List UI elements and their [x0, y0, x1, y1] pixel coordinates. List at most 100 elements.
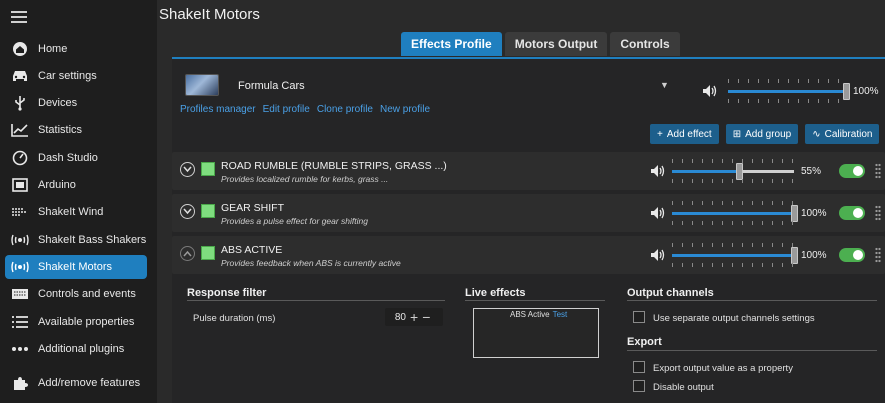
pulse-duration-label: Pulse duration (ms): [193, 313, 276, 324]
sidebar-item-label: Statistics: [38, 124, 83, 136]
sidebar-item-label: Additional plugins: [38, 343, 125, 355]
effect-color-checkbox[interactable]: [201, 204, 215, 218]
tab-motors-output[interactable]: Motors Output: [504, 32, 608, 56]
keyboard-icon: [9, 285, 31, 303]
disable-output-checkbox[interactable]: [633, 380, 645, 392]
decrement-icon[interactable]: −: [422, 310, 430, 324]
new-profile-link[interactable]: New profile: [380, 104, 430, 115]
sidebar-item-add-remove-features[interactable]: Add/remove features: [5, 371, 147, 395]
clone-profile-link[interactable]: Clone profile: [317, 104, 373, 115]
sidebar-item-additional-plugins[interactable]: Additional plugins: [5, 337, 147, 361]
collapse-chevron-icon[interactable]: [180, 246, 195, 261]
speaker-icon[interactable]: [650, 206, 666, 220]
pulse-duration-stepper: 80 + −: [385, 308, 443, 326]
plus-icon: +: [657, 128, 663, 140]
drag-handle-icon[interactable]: [875, 163, 881, 179]
effect-color-checkbox[interactable]: [201, 162, 215, 176]
effect-row-abs-active: ABS ACTIVE Provides feedback when ABS is…: [172, 236, 885, 274]
action-buttons: + Add effect ⊞ Add group ∿ Calibration: [650, 124, 880, 144]
effect-volume-value: 100%: [801, 207, 827, 219]
expand-chevron-icon[interactable]: [180, 204, 195, 219]
edit-profile-link[interactable]: Edit profile: [263, 104, 310, 115]
divider: [187, 300, 445, 301]
sidebar-item-controls-and-events[interactable]: Controls and events: [5, 282, 147, 306]
arduino-icon: [9, 176, 31, 194]
effect-volume: 55%: [650, 159, 822, 183]
page-title: ShakeIt Motors: [159, 6, 260, 23]
speaker-icon[interactable]: [702, 84, 718, 98]
effects-profile-panel: Formula Cars ▼ Profiles manager Edit pro…: [172, 57, 885, 403]
profile-links: Profiles manager Edit profile Clone prof…: [180, 104, 430, 115]
live-effect-label: ABS Active: [510, 310, 550, 319]
sidebar-item-home[interactable]: Home: [5, 37, 147, 61]
separate-output-label: Use separate output channels settings: [653, 313, 815, 324]
sidebar: Home Car settings Devices Statistics Das…: [0, 0, 157, 403]
sidebar-item-label: Dash Studio: [38, 152, 98, 164]
increment-icon[interactable]: +: [410, 310, 418, 324]
sidebar-item-shakeit-bass-shakers[interactable]: ShakeIt Bass Shakers: [5, 228, 147, 252]
speaker-icon[interactable]: [650, 164, 666, 178]
separate-output-checkbox[interactable]: [633, 311, 645, 323]
live-effects-title: Live effects: [465, 287, 526, 299]
effect-description: Provides feedback when ABS is currently …: [221, 258, 401, 268]
wind-icon: [9, 203, 31, 221]
puzzle-icon: [9, 374, 31, 392]
master-volume-slider[interactable]: [728, 79, 850, 103]
usb-icon: [9, 94, 31, 112]
sidebar-item-label: Controls and events: [38, 288, 136, 300]
effect-color-checkbox[interactable]: [201, 246, 215, 260]
vibration-icon: [9, 231, 31, 249]
export-property-checkbox[interactable]: [633, 361, 645, 373]
effect-volume-slider[interactable]: [672, 243, 798, 267]
hamburger-menu-icon[interactable]: [11, 11, 27, 23]
sidebar-item-available-properties[interactable]: Available properties: [5, 310, 147, 334]
effect-name: ROAD RUMBLE (RUMBLE STRIPS, GRASS ...): [221, 160, 447, 172]
divider: [627, 300, 877, 301]
sidebar-item-shakeit-wind[interactable]: ShakeIt Wind: [5, 200, 147, 224]
list-icon: [9, 313, 31, 331]
profiles-manager-link[interactable]: Profiles manager: [180, 104, 256, 115]
sidebar-item-statistics[interactable]: Statistics: [5, 118, 147, 142]
sidebar-item-shakeit-motors[interactable]: ShakeIt Motors: [5, 255, 147, 279]
effect-name: ABS ACTIVE: [221, 244, 283, 256]
sidebar-item-label: ShakeIt Wind: [38, 206, 104, 218]
effect-volume-value: 55%: [801, 165, 822, 177]
gauge-icon: [9, 149, 31, 167]
divider: [465, 300, 605, 301]
pulse-duration-value[interactable]: 80: [386, 312, 406, 323]
drag-handle-icon[interactable]: [875, 247, 881, 263]
sidebar-item-label: Available properties: [38, 316, 135, 328]
sidebar-item-dash-studio[interactable]: Dash Studio: [5, 146, 147, 170]
main-area: ShakeIt Motors Effects Profile Motors Ou…: [157, 0, 885, 403]
effect-volume-slider[interactable]: [672, 201, 798, 225]
divider: [627, 350, 877, 351]
vibration-icon: [9, 258, 31, 276]
sidebar-item-arduino[interactable]: Arduino: [5, 173, 147, 197]
profile-name[interactable]: Formula Cars: [238, 80, 305, 92]
tab-controls[interactable]: Controls: [610, 32, 680, 56]
effect-volume-slider[interactable]: [672, 159, 794, 183]
master-volume: 100%: [702, 79, 879, 103]
speaker-icon[interactable]: [650, 248, 666, 262]
effect-enabled-toggle[interactable]: [839, 164, 865, 178]
disable-output-label: Disable output: [653, 382, 714, 393]
effect-enabled-toggle[interactable]: [839, 206, 865, 220]
calibration-icon: ∿: [812, 128, 821, 140]
profile-dropdown-caret-icon[interactable]: ▼: [660, 80, 669, 90]
sidebar-item-label: ShakeIt Bass Shakers: [38, 234, 147, 246]
sidebar-item-car-settings[interactable]: Car settings: [5, 64, 147, 88]
effect-enabled-toggle[interactable]: [839, 248, 865, 262]
chart-icon: [9, 121, 31, 139]
folder-plus-icon: ⊞: [732, 128, 742, 140]
add-effect-button[interactable]: + Add effect: [650, 124, 719, 144]
profile-logo: [185, 74, 219, 96]
export-title: Export: [627, 336, 662, 348]
calibration-button[interactable]: ∿ Calibration: [805, 124, 880, 144]
add-group-button[interactable]: ⊞ Add group: [725, 124, 799, 144]
tab-effects-profile[interactable]: Effects Profile: [401, 32, 502, 56]
test-link[interactable]: Test: [553, 310, 568, 319]
export-property-label: Export output value as a property: [653, 363, 793, 374]
sidebar-item-devices[interactable]: Devices: [5, 91, 147, 115]
expand-chevron-icon[interactable]: [180, 162, 195, 177]
drag-handle-icon[interactable]: [875, 205, 881, 221]
